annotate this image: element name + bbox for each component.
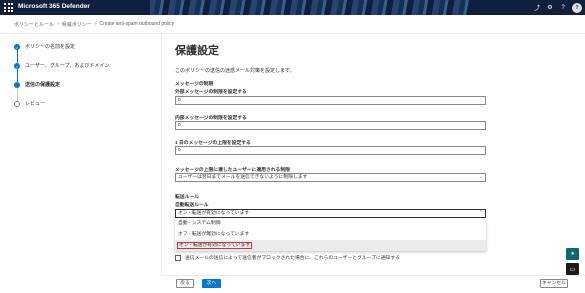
step-label: 送信の保護設定 (25, 82, 61, 88)
step-connector (16, 50, 18, 63)
step-connector (16, 88, 18, 101)
daily-limit-label: 1 日のメッセージの上限を設定する (175, 141, 251, 146)
restriction-label: メッセージの上限に達したユーザーに適用される制限 (175, 168, 290, 173)
step-label: レビュー (25, 101, 46, 107)
autoforward-label: 自動転送ルール (175, 203, 209, 208)
help-icon[interactable]: ? (559, 5, 567, 11)
restriction-select[interactable]: ユーザーは翌日までメールを送信できないように制限します ⌄ (175, 173, 486, 182)
autoforward-select[interactable]: オン - 転送が有効になっています ⌃ (175, 209, 486, 218)
internal-limit-label: 内部メッセージの制限を設定する (175, 116, 247, 121)
chevron-down-icon: ⌄ (478, 174, 483, 180)
notify-checkbox[interactable] (175, 254, 181, 261)
top-bar: Microsoft 365 Defender ⤴ ⚙ ? ? (0, 0, 585, 15)
avatar[interactable]: ? (572, 2, 582, 13)
main-panel: 保護設定 このポリシーの送信の迷惑メール対策を設定します。 (175, 42, 495, 74)
section-forwarding-rules: 転送ルール (175, 195, 199, 200)
dropdown-option-on[interactable]: オン - 転送が有効になっています (175, 240, 486, 251)
settings-icon[interactable]: ⚙ (546, 4, 554, 11)
step-connector (16, 69, 18, 82)
breadcrumb-threat-policies[interactable]: 脅威ポリシー (62, 21, 92, 28)
next-button[interactable]: 次へ (202, 279, 221, 288)
external-limit-label: 外部メッセージの制限を設定する (175, 90, 247, 95)
autoforward-select-value: オン - 転送が有効になっています (178, 211, 250, 216)
step-label: ユーザー、グループ、およびドメイン (25, 63, 110, 69)
chevron-right-icon: › (94, 21, 97, 27)
autoforward-dropdown-list: 自動 - システム制御 オフ - 転送が無効になっています オン - 転送が有効… (175, 218, 486, 251)
header-banner-art (150, 0, 470, 15)
app-title[interactable]: Microsoft 365 Defender (18, 3, 90, 10)
wizard-steps: ✓ ポリシーの名前を設定 ✓ ユーザー、グループ、およびドメイン 送信の保護設定… (14, 44, 109, 120)
chat-assistant-icon[interactable]: ● (566, 248, 579, 260)
restriction-select-value: ユーザーは翌日までメールを送信できないように制限します (178, 175, 308, 180)
daily-limit-input[interactable]: 0 (175, 146, 486, 155)
breadcrumb-current: Create anti-spam outbound policy (99, 21, 175, 27)
panel-divider (161, 34, 162, 274)
pending-step-icon (14, 101, 20, 107)
section-message-limits: メッセージの制限 (175, 82, 214, 87)
internal-limit-input[interactable]: 0 (175, 121, 486, 130)
notify-checkbox-label: 送信メールの送信によって送信者がブロックされた場合に、これらのユーザーとグループ… (185, 256, 400, 261)
dropdown-option-automatic[interactable]: 自動 - システム制御 (175, 218, 486, 229)
dropdown-option-off[interactable]: オフ - 転送が無効になっています (175, 229, 486, 240)
back-button[interactable]: 戻る (176, 279, 194, 288)
share-icon[interactable]: ⤴ (533, 3, 541, 12)
notify-checkbox-row[interactable]: 送信メールの送信によって送信者がブロックされた場合に、これらのユーザーとグループ… (175, 254, 400, 261)
chevron-right-icon: › (57, 21, 59, 27)
external-limit-input[interactable]: 0 (175, 96, 486, 105)
step-protection-settings[interactable]: 送信の保護設定 (14, 82, 109, 101)
step-users-groups[interactable]: ✓ ユーザー、グループ、およびドメイン (14, 63, 109, 82)
page-description: このポリシーの送信の迷惑メール対策を設定します。 (175, 68, 295, 74)
step-label: ポリシーの名前を設定 (25, 44, 76, 50)
breadcrumb-policies-rules[interactable]: ポリシーとルール (14, 21, 54, 28)
step-review[interactable]: レビュー (14, 101, 109, 120)
cancel-button[interactable]: キャンセル (540, 279, 568, 288)
header-divider (0, 33, 585, 34)
step-policy-name[interactable]: ✓ ポリシーの名前を設定 (14, 44, 109, 63)
footer-divider (162, 275, 585, 276)
chevron-up-icon: ⌃ (478, 210, 483, 216)
page-title: 保護設定 (175, 45, 219, 57)
breadcrumb: ポリシーとルール › 脅威ポリシー › Create anti-spam out… (14, 21, 174, 28)
app-launcher-icon[interactable] (4, 3, 13, 12)
feedback-icon[interactable]: ▭ (566, 263, 579, 275)
